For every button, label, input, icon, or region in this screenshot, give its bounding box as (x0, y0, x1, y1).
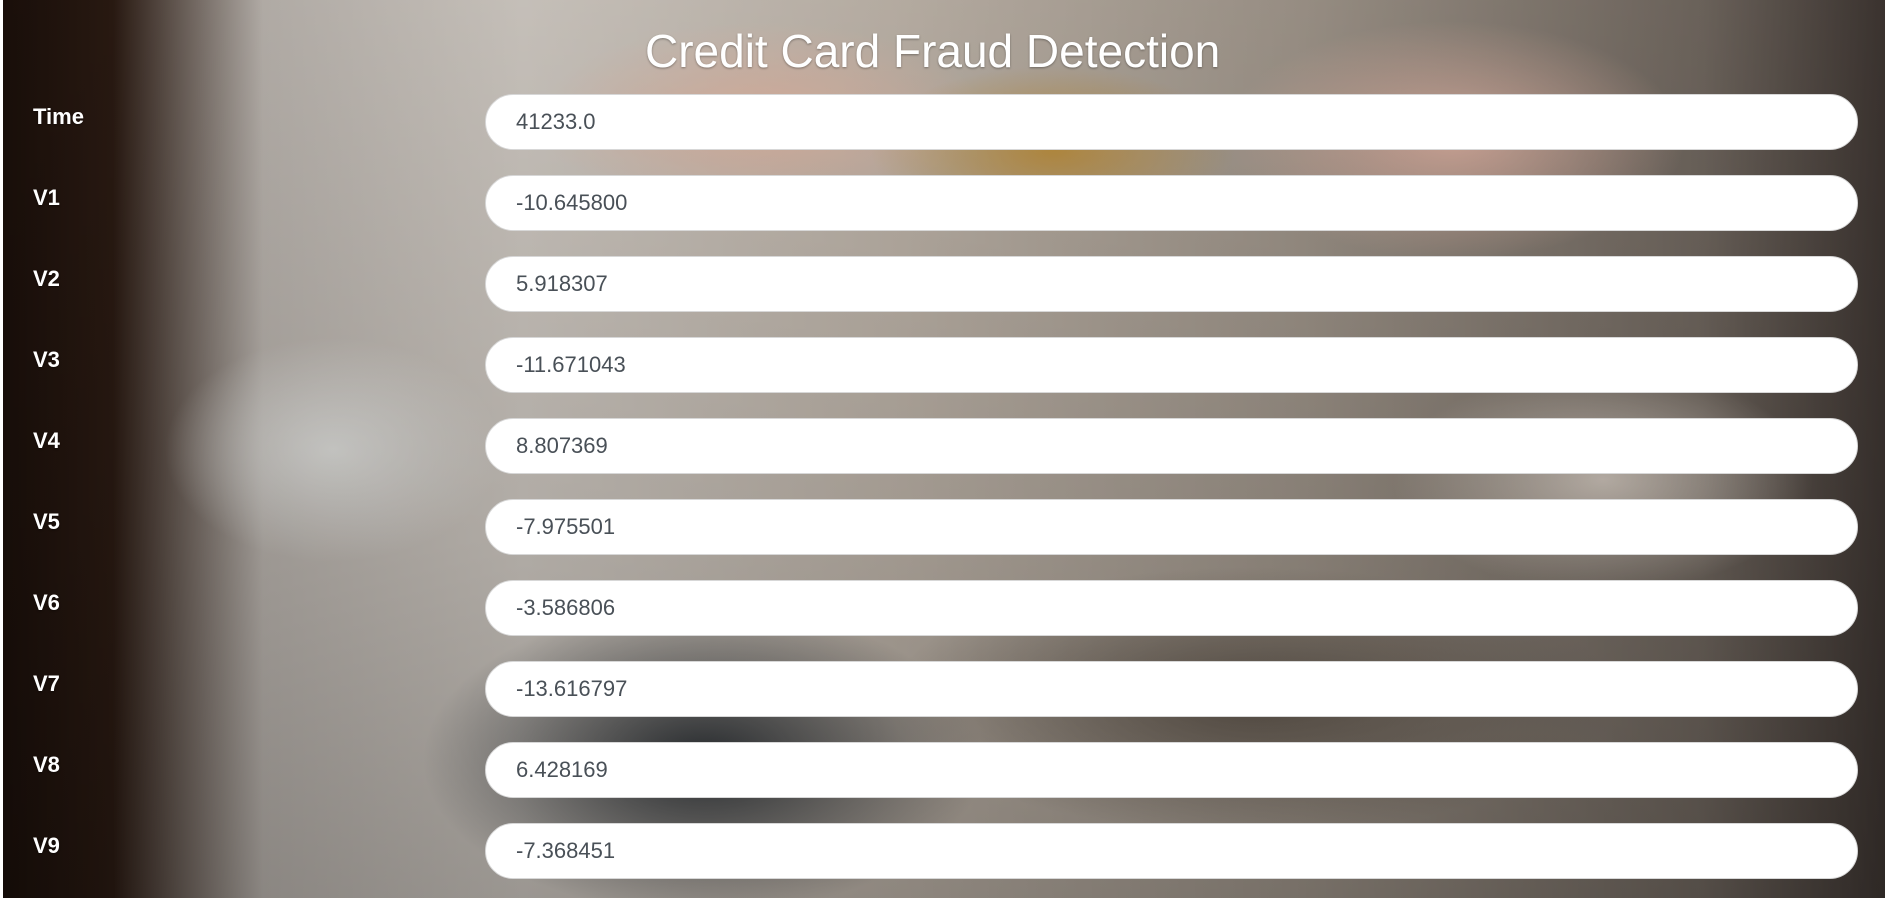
v4-label: V4 (33, 428, 60, 453)
v5-input[interactable] (485, 499, 1858, 555)
time-input[interactable] (485, 94, 1858, 150)
prediction-form: Time V1 V2 V3 V4 V5 V6 V7 (0, 94, 1885, 898)
form-row-time: Time (0, 94, 1885, 175)
form-row-v7: V7 (0, 661, 1885, 742)
page-title: Credit Card Fraud Detection (645, 25, 1221, 77)
v9-label: V9 (33, 833, 60, 858)
v8-input[interactable] (485, 742, 1858, 798)
v8-label: V8 (33, 752, 60, 777)
v4-input[interactable] (485, 418, 1858, 474)
form-row-v8: V8 (0, 742, 1885, 823)
form-row-v3: V3 (0, 337, 1885, 418)
form-row-v2: V2 (0, 256, 1885, 337)
v1-label: V1 (33, 185, 60, 210)
v2-input[interactable] (485, 256, 1858, 312)
v9-input[interactable] (485, 823, 1858, 879)
time-label: Time (33, 104, 84, 129)
v2-label: V2 (33, 266, 60, 291)
page: Credit Card Fraud Detection Time V1 V2 V… (0, 0, 1885, 898)
v6-label: V6 (33, 590, 60, 615)
form-row-v5: V5 (0, 499, 1885, 580)
v5-label: V5 (33, 509, 60, 534)
form-row-v4: V4 (0, 418, 1885, 499)
v3-input[interactable] (485, 337, 1858, 393)
form-row-v1: V1 (0, 175, 1885, 256)
v7-input[interactable] (485, 661, 1858, 717)
v1-input[interactable] (485, 175, 1858, 231)
form-row-v6: V6 (0, 580, 1885, 661)
v7-label: V7 (33, 671, 60, 696)
v6-input[interactable] (485, 580, 1858, 636)
form-row-v9: V9 (0, 823, 1885, 898)
v3-label: V3 (33, 347, 60, 372)
